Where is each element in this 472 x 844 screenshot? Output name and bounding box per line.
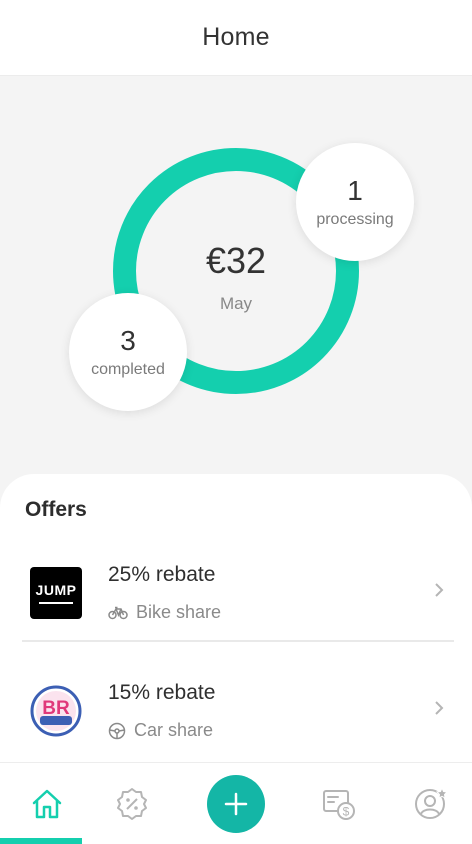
bottom-tab-bar: $ [0, 762, 472, 844]
active-tab-indicator [0, 838, 82, 844]
chevron-right-icon [435, 701, 444, 715]
processing-bubble[interactable]: 1 processing [296, 143, 414, 261]
offers-badge-icon [117, 788, 147, 820]
tab-claims[interactable]: $ [292, 763, 386, 844]
offer-title: 15% rebate [108, 681, 216, 704]
completed-bubble[interactable]: 3 completed [69, 293, 187, 411]
jump-logo: JUMP [30, 567, 82, 619]
offer-category-label: Bike share [136, 602, 222, 622]
total-amount: €32 [205, 240, 267, 281]
top-bar: Home [0, 0, 472, 76]
offer-category-label: Car share [134, 720, 214, 740]
tab-home[interactable] [0, 763, 94, 844]
page-title: Home [202, 23, 270, 51]
bike-icon [108, 606, 128, 619]
completed-count: 3 [120, 325, 136, 356]
baskin-robbins-logo: BR [30, 685, 82, 737]
offer-title: 25% rebate [108, 563, 216, 586]
claims-icon: $ [323, 790, 355, 820]
svg-text:BR: BR [42, 698, 70, 719]
tab-profile[interactable] [384, 763, 472, 844]
tab-add[interactable] [189, 763, 283, 844]
tab-offers[interactable] [85, 763, 179, 844]
offer-item-baskin-robbins[interactable]: BR 15% rebate Car share [22, 660, 454, 760]
offer-category: Bike share [108, 602, 221, 623]
offers-heading: Offers [25, 498, 87, 521]
svg-text:$: $ [343, 805, 350, 819]
add-button[interactable] [207, 775, 265, 833]
offer-item-jump[interactable]: JUMP 25% rebate Bike share [22, 542, 454, 642]
chevron-right-icon [435, 583, 444, 597]
processing-count: 1 [347, 175, 363, 206]
completed-label: completed [91, 361, 165, 378]
jump-logo-text: JUMP [35, 582, 77, 598]
offers-card: Offers JUMP 25% rebate Bike share BR 15%… [0, 474, 472, 774]
home-icon [32, 789, 62, 819]
processing-label: processing [316, 211, 394, 228]
steering-wheel-icon [108, 722, 126, 739]
profile-star-icon [415, 786, 449, 819]
offer-category: Car share [108, 720, 213, 741]
add-icon [224, 792, 248, 816]
